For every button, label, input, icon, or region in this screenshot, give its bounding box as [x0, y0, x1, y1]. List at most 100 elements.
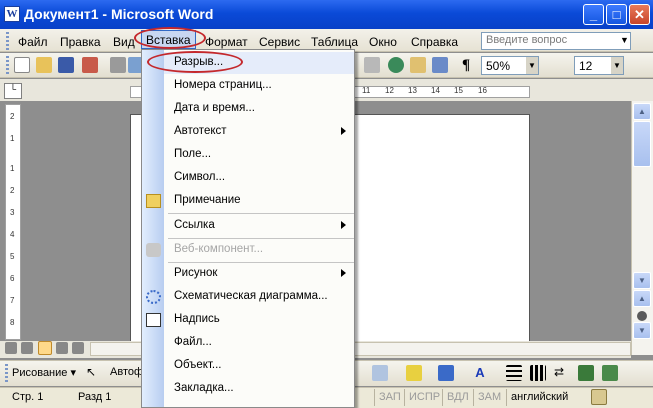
vruler-number: 5	[10, 252, 15, 261]
vruler-number: 1	[10, 164, 15, 173]
spelling-status-icon[interactable]	[591, 389, 607, 405]
help-search-input[interactable]: Введите вопрос	[481, 32, 631, 50]
menu-item-label: Закладка...	[174, 382, 234, 394]
menu-item-field[interactable]: Поле...	[164, 144, 354, 166]
ruler-number: 15	[454, 86, 463, 95]
menu-item-symbol[interactable]: Символ...	[164, 167, 354, 189]
insert-dropdown-menu: Разрыв... Номера страниц... Дата и время…	[141, 49, 355, 408]
hyperlink-icon[interactable]	[388, 57, 404, 73]
menu-item-object[interactable]: Объект...	[164, 355, 354, 377]
3d-style-icon[interactable]	[602, 365, 618, 381]
scroll-up-icon[interactable]: ▲	[633, 103, 651, 120]
open-folder-icon[interactable]	[36, 57, 52, 73]
menubar-grip[interactable]	[6, 32, 9, 50]
zoom-value: 50%	[486, 59, 511, 73]
toolbar-grip[interactable]	[6, 56, 9, 74]
menu-format[interactable]: Формат	[205, 35, 248, 49]
menu-help[interactable]: Справка	[411, 35, 458, 49]
status-separator	[404, 389, 405, 406]
autoshapes-menu[interactable]: Автоф	[110, 366, 143, 378]
redo-icon[interactable]	[364, 57, 380, 73]
menu-item-reference[interactable]: Ссылка	[164, 215, 354, 237]
menu-item-autotext[interactable]: Автотекст	[164, 121, 354, 143]
menu-item-date-time[interactable]: Дата и время...	[164, 98, 354, 120]
menu-item-label: Рисунок	[174, 267, 218, 279]
previous-page-icon[interactable]: ▲	[633, 290, 651, 307]
menu-table[interactable]: Таблица	[311, 35, 358, 49]
print-icon[interactable]	[110, 57, 126, 73]
line-color-icon[interactable]	[438, 365, 454, 381]
close-button[interactable]: ✕	[629, 4, 650, 25]
drawing-menu[interactable]: Рисование ▾	[12, 366, 76, 379]
ruler-number: 16	[478, 86, 487, 95]
window-title: Документ1 - Microsoft Word	[24, 6, 214, 22]
font-color-icon[interactable]: A	[472, 365, 488, 381]
menu-item-page-numbers[interactable]: Номера страниц...	[164, 75, 354, 97]
normal-view-icon[interactable]	[5, 342, 17, 354]
minimize-button[interactable]: _	[583, 4, 604, 25]
outline-view-icon[interactable]	[72, 342, 84, 354]
next-page-icon[interactable]: ▼	[633, 322, 651, 339]
status-rec[interactable]: ЗАП	[379, 391, 401, 403]
show-formatting-icon[interactable]: ¶	[458, 57, 474, 73]
vruler-number: 1	[10, 134, 15, 143]
menu-item-label: Автотекст	[174, 125, 227, 137]
font-size-combo[interactable]: 12 ▼	[574, 56, 624, 75]
menu-window[interactable]: Окно	[369, 35, 397, 49]
help-dropdown-icon[interactable]: ▼	[620, 35, 629, 45]
break-item-highlight-ellipse	[147, 51, 243, 73]
menu-view[interactable]: Вид	[113, 35, 135, 49]
insert-table-icon[interactable]	[432, 57, 448, 73]
vruler-number: 2	[10, 112, 15, 121]
vruler-number: 6	[10, 274, 15, 283]
drawbar-grip[interactable]	[5, 364, 8, 382]
line-style-icon[interactable]	[506, 365, 522, 381]
select-objects-icon[interactable]: ↖	[86, 365, 96, 379]
menu-item-label: Объект...	[174, 359, 222, 371]
scroll-down-icon[interactable]: ▼	[633, 272, 651, 289]
save-icon[interactable]	[58, 57, 74, 73]
menu-item-comment[interactable]: Примечание	[164, 190, 354, 212]
menu-item-textbox[interactable]: Надпись	[164, 309, 354, 331]
menu-item-picture[interactable]: Рисунок	[164, 263, 354, 285]
tables-borders-icon[interactable]	[410, 57, 426, 73]
scroll-thumb[interactable]	[633, 121, 651, 167]
menu-edit[interactable]: Правка	[60, 35, 101, 49]
menu-item-label: Ссылка	[174, 219, 215, 231]
shadow-style-icon[interactable]	[578, 365, 594, 381]
menu-item-diagram[interactable]: Схематическая диаграмма...	[164, 286, 354, 308]
status-separator	[473, 389, 474, 406]
word-app-icon[interactable]: W	[4, 6, 20, 22]
menu-item-label: Поле...	[174, 148, 212, 160]
web-view-icon[interactable]	[21, 342, 33, 354]
clipart-icon[interactable]	[372, 365, 388, 381]
font-size-dropdown-icon[interactable]: ▼	[611, 57, 623, 74]
status-trk[interactable]: ИСПР	[409, 391, 440, 403]
tab-selector-icon[interactable]: └	[4, 83, 22, 99]
arrow-style-icon[interactable]: ⇄	[554, 365, 570, 381]
fill-color-icon[interactable]	[406, 365, 422, 381]
menu-item-label: Примечание	[174, 194, 241, 206]
status-page: Стр. 1	[12, 391, 44, 403]
menu-item-file[interactable]: Файл...	[164, 332, 354, 354]
dash-style-icon[interactable]	[530, 365, 546, 381]
status-separator	[442, 389, 443, 406]
status-ext[interactable]: ВДЛ	[447, 391, 469, 403]
new-document-icon[interactable]	[14, 57, 30, 73]
menu-tools[interactable]: Сервис	[259, 35, 300, 49]
browse-object-icon[interactable]	[637, 311, 647, 321]
menu-item-bookmark[interactable]: Закладка...	[164, 378, 354, 400]
menu-separator	[168, 213, 354, 214]
ruler-number: 14	[431, 86, 440, 95]
permission-icon[interactable]	[82, 57, 98, 73]
status-ovr[interactable]: ЗАМ	[478, 391, 501, 403]
submenu-arrow-icon	[341, 221, 346, 229]
zoom-dropdown-icon[interactable]: ▼	[526, 57, 538, 74]
menu-file[interactable]: Файл	[18, 35, 48, 49]
print-layout-view-icon[interactable]	[38, 341, 52, 355]
reading-view-icon[interactable]	[56, 342, 68, 354]
insert-menu-highlight-ellipse	[134, 27, 206, 49]
zoom-combo[interactable]: 50% ▼	[481, 56, 539, 75]
maximize-button[interactable]: □	[606, 4, 627, 25]
menu-icon-strip	[142, 50, 164, 407]
